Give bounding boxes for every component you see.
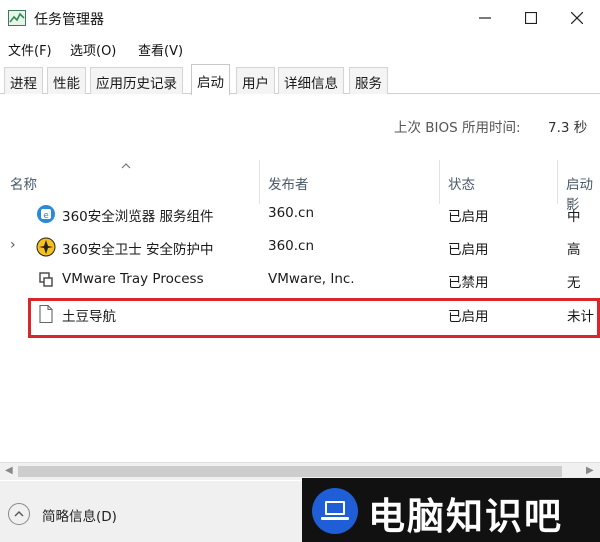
scroll-right-icon[interactable]: ▶	[586, 465, 594, 476]
bios-time-value: 7.3 秒	[548, 120, 588, 136]
row-status: 已启用	[448, 242, 489, 258]
row-impact: 中	[567, 209, 581, 225]
fewer-details-label[interactable]: 简略信息(D)	[42, 505, 117, 525]
bios-time-label: 上次 BIOS 所用时间:	[394, 120, 521, 136]
close-icon	[571, 12, 583, 24]
table-row[interactable]: › 360安全卫士 安全防护中 360.cn 已启用 高	[0, 231, 600, 264]
row-status: 已禁用	[448, 275, 489, 291]
table-row[interactable]: VMware Tray Process VMware, Inc. 已禁用 无	[0, 264, 600, 297]
laptop-logo-icon	[312, 488, 358, 534]
row-publisher: VMware, Inc.	[268, 271, 355, 287]
tab-processes[interactable]: 进程	[4, 67, 43, 94]
chevron-up-icon	[14, 511, 24, 517]
tab-performance[interactable]: 性能	[47, 67, 86, 94]
expand-chevron-icon[interactable]: ›	[10, 237, 16, 253]
maximize-button[interactable]	[508, 0, 554, 36]
tab-strip: 进程 性能 应用历史记录 启动 用户 详细信息 服务	[0, 64, 600, 95]
svg-text:e: e	[43, 211, 49, 221]
vmware-tray-icon	[39, 272, 53, 287]
sort-ascending-icon	[121, 163, 131, 169]
row-impact: 无	[567, 275, 581, 291]
table-row[interactable]: e 360安全浏览器 服务组件 360.cn 已启用 中	[0, 198, 600, 231]
tab-users[interactable]: 用户	[236, 67, 275, 94]
close-button[interactable]	[554, 0, 600, 36]
column-name[interactable]: 名称	[10, 173, 37, 193]
menu-file[interactable]: 文件(F)	[8, 40, 52, 59]
security-360-icon	[36, 237, 56, 257]
tab-details[interactable]: 详细信息	[278, 67, 344, 94]
row-publisher: 360.cn	[268, 205, 315, 221]
row-name: 360安全卫士 安全防护中	[62, 242, 214, 258]
tab-app-history[interactable]: 应用历史记录	[90, 67, 183, 94]
column-status[interactable]: 状态	[448, 173, 475, 193]
row-publisher: 360.cn	[268, 238, 315, 254]
tab-services[interactable]: 服务	[349, 67, 388, 94]
highlight-annotation-box	[28, 298, 600, 338]
minimize-icon	[479, 17, 491, 19]
watermark-banner: 电脑知识吧	[302, 478, 600, 542]
menu-view[interactable]: 查看(V)	[138, 40, 183, 59]
tab-startup[interactable]: 启动	[191, 64, 230, 95]
row-name: VMware Tray Process	[62, 271, 204, 287]
column-publisher[interactable]: 发布者	[268, 173, 309, 193]
browser-360-icon: e	[37, 205, 55, 223]
row-impact: 高	[567, 242, 581, 258]
row-status: 已启用	[448, 209, 489, 225]
scrollbar-thumb[interactable]	[18, 466, 562, 477]
menu-bar: 文件(F) 选项(O) 查看(V)	[0, 38, 600, 60]
fewer-details-button[interactable]	[8, 503, 30, 525]
maximize-icon	[525, 12, 537, 24]
minimize-button[interactable]	[462, 0, 508, 36]
watermark-text: 电脑知识吧	[368, 495, 563, 538]
scroll-left-icon[interactable]: ◀	[5, 465, 13, 476]
menu-options[interactable]: 选项(O)	[70, 40, 116, 59]
task-manager-icon	[8, 10, 26, 26]
title-bar: 任务管理器	[0, 0, 600, 36]
window-title: 任务管理器	[34, 12, 104, 28]
row-name: 360安全浏览器 服务组件	[62, 209, 214, 225]
